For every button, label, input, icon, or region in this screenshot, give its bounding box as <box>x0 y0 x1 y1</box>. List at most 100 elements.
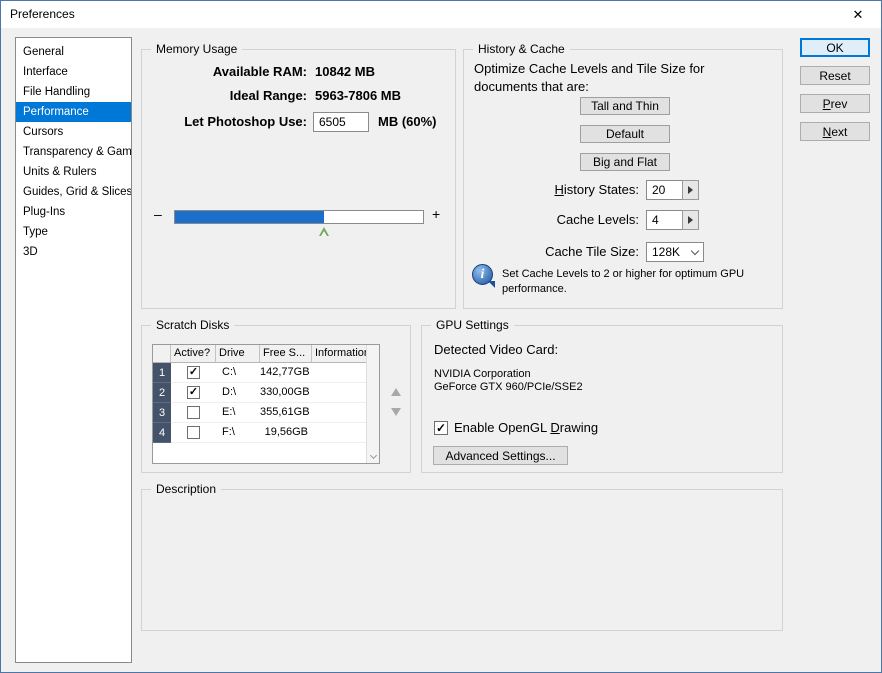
let-photoshop-use-label: Let Photoshop Use: <box>184 114 307 129</box>
ram-slider-marker-icon[interactable] <box>318 227 329 236</box>
free-space-cell: 355,61GB <box>260 403 312 423</box>
free-space-cell: 19,56GB <box>260 423 312 443</box>
memory-usage-group: Memory Usage Available RAM: 10842 MB Ide… <box>141 42 456 309</box>
active-checkbox[interactable] <box>187 406 200 419</box>
cache-levels-spinner-button[interactable] <box>682 210 699 230</box>
ok-button[interactable]: OK <box>800 38 870 57</box>
column-header-drive: Drive <box>216 345 260 363</box>
column-header-free-space: Free S... <box>260 345 312 363</box>
reset-button[interactable]: Reset <box>800 66 870 85</box>
prev-button[interactable]: Prev <box>800 94 870 113</box>
ideal-range-row: Ideal Range: 5963-7806 MB <box>142 88 455 108</box>
history-states-label: History States: <box>464 182 639 197</box>
sidebar-item-transparency-gamut[interactable]: Transparency & Gamut <box>16 142 131 162</box>
column-header-active: Active? <box>171 345 216 363</box>
history-states-label-rest: istory States: <box>563 182 639 197</box>
sidebar-item-general[interactable]: General <box>16 42 131 62</box>
ideal-range-value: 5963-7806 MB <box>315 88 401 103</box>
enable-opengl-label: Enable OpenGL Drawing <box>454 420 598 435</box>
sidebar-item-performance[interactable]: Performance <box>16 102 131 122</box>
drive-cell: D:\ <box>216 383 260 403</box>
enable-opengl-row: ✓ Enable OpenGL Drawing <box>434 420 598 435</box>
column-header-blank <box>153 345 171 363</box>
memory-usage-group-title: Memory Usage <box>151 42 243 56</box>
video-card-model: GeForce GTX 960/PCIe/SSE2 <box>434 381 583 393</box>
cache-levels-row: Cache Levels: <box>464 210 782 232</box>
sidebar-item-units-rulers[interactable]: Units & Rulers <box>16 162 131 182</box>
free-space-cell: 330,00GB <box>260 383 312 403</box>
information-cell <box>312 423 368 443</box>
scratch-table-header: Active? Drive Free S... Information <box>153 345 368 363</box>
move-down-arrow-icon[interactable] <box>391 408 401 416</box>
row-number: 2 <box>153 383 171 403</box>
next-label-rest: ext <box>831 124 848 139</box>
drive-cell: E:\ <box>216 403 260 423</box>
ram-slider-fill <box>175 211 329 236</box>
cache-info-text: Set Cache Levels to 2 or higher for opti… <box>502 268 745 295</box>
sidebar-item-file-handling[interactable]: File Handling <box>16 82 131 102</box>
video-card-vendor: NVIDIA Corporation <box>434 368 531 380</box>
history-cache-group: History & Cache Optimize Cache Levels an… <box>463 42 783 309</box>
opengl-mnemonic: D <box>550 420 560 435</box>
move-up-arrow-icon[interactable] <box>391 388 401 396</box>
row-number: 4 <box>153 423 171 443</box>
column-header-information: Information <box>312 345 368 363</box>
active-checkbox[interactable]: ✓ <box>187 366 200 379</box>
tall-and-thin-button[interactable]: Tall and Thin <box>580 97 670 115</box>
preferences-dialog: Preferences ✕ General Interface File Han… <box>0 0 882 673</box>
description-group: Description <box>141 482 783 631</box>
sidebar-item-interface[interactable]: Interface <box>16 62 131 82</box>
sidebar-item-guides-grid-slices[interactable]: Guides, Grid & Slices <box>16 182 131 202</box>
information-cell <box>312 383 368 403</box>
row-number: 1 <box>153 363 171 383</box>
default-button[interactable]: Default <box>580 125 670 143</box>
active-checkbox[interactable]: ✓ <box>187 386 200 399</box>
description-group-title: Description <box>151 482 222 496</box>
ram-amount-input[interactable] <box>313 112 369 132</box>
ram-slider-track[interactable] <box>174 210 424 236</box>
slider-plus-label: + <box>432 206 441 222</box>
sidebar-item-cursors[interactable]: Cursors <box>16 122 131 142</box>
cache-tile-size-label: Cache Tile Size: <box>545 244 639 259</box>
row-number: 3 <box>153 403 171 423</box>
optimize-cache-text: Optimize Cache Levels and Tile Size for … <box>474 61 705 95</box>
sidebar-item-3d[interactable]: 3D <box>16 242 131 262</box>
spinner-arrow-icon <box>688 216 693 224</box>
info-icon: i <box>472 264 495 288</box>
table-scrollbar[interactable] <box>366 345 379 463</box>
cache-tile-size-dropdown[interactable]: 128K <box>646 242 704 262</box>
history-states-spinner-button[interactable] <box>682 180 699 200</box>
close-button[interactable]: ✕ <box>835 1 881 28</box>
available-ram-row: Available RAM: 10842 MB <box>142 64 455 84</box>
table-row[interactable]: 1 ✓ C:\ 142,77GB <box>153 363 368 383</box>
scroll-chevron-icon <box>369 451 377 459</box>
available-ram-value: 10842 MB <box>315 64 375 79</box>
cache-levels-label: Cache Levels: <box>556 212 639 227</box>
sidebar: General Interface File Handling Performa… <box>15 37 132 663</box>
prev-label-rest: rev <box>830 96 848 111</box>
next-button[interactable]: Next <box>800 122 870 141</box>
close-icon: ✕ <box>852 6 864 22</box>
drive-cell: F:\ <box>216 423 260 443</box>
scratch-disks-group: Scratch Disks Active? Drive Free S... In… <box>141 318 411 473</box>
table-row[interactable]: 3 E:\ 355,61GB <box>153 403 368 423</box>
information-cell <box>312 403 368 423</box>
sidebar-item-plug-ins[interactable]: Plug-Ins <box>16 202 131 222</box>
scratch-disks-group-title: Scratch Disks <box>151 318 235 332</box>
table-row[interactable]: 4 F:\ 19,56GB <box>153 423 368 443</box>
scratch-disks-table: Active? Drive Free S... Information 1 ✓ … <box>152 344 380 464</box>
table-row[interactable]: 2 ✓ D:\ 330,00GB <box>153 383 368 403</box>
available-ram-label: Available RAM: <box>212 64 307 79</box>
titlebar: Preferences ✕ <box>1 1 881 28</box>
advanced-settings-button[interactable]: Advanced Settings... <box>433 446 568 465</box>
cache-levels-input[interactable] <box>646 210 683 230</box>
active-checkbox[interactable] <box>187 426 200 439</box>
detected-video-card-label: Detected Video Card: <box>434 342 559 357</box>
sidebar-item-type[interactable]: Type <box>16 222 131 242</box>
ideal-range-label: Ideal Range: <box>229 88 307 103</box>
cache-tile-row: Cache Tile Size: 128K <box>464 242 782 264</box>
enable-opengl-checkbox[interactable]: ✓ <box>434 420 448 435</box>
big-and-flat-button[interactable]: Big and Flat <box>580 153 670 171</box>
scroll-down-button[interactable] <box>367 449 379 463</box>
history-states-input[interactable] <box>646 180 683 200</box>
